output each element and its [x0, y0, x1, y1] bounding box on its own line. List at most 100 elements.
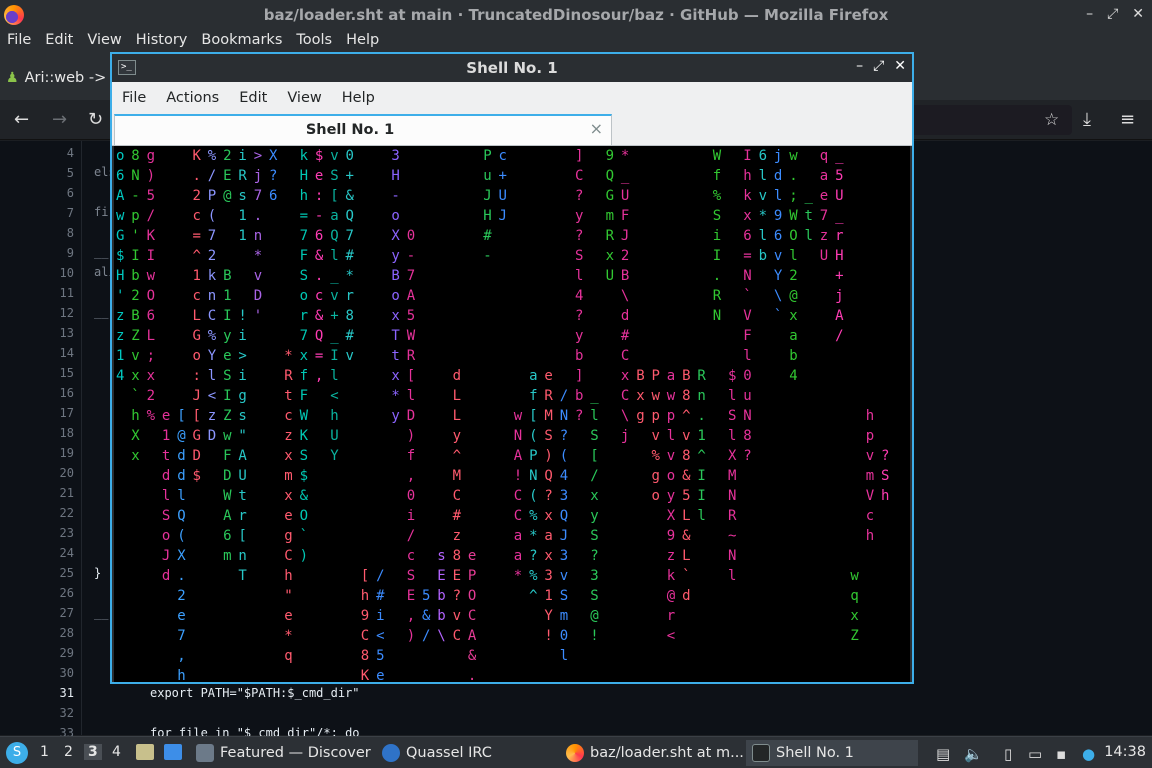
konsole-tab[interactable]: Shell No. 1 × — [114, 114, 612, 145]
app-launcher-icon[interactable]: S — [6, 742, 28, 764]
firefox-icon — [566, 744, 584, 762]
matrix-column: w q x Z — [850, 568, 859, 644]
menu-edit[interactable]: Edit — [38, 30, 80, 54]
line-number: 20 — [59, 466, 74, 480]
menu-help[interactable]: Help — [339, 30, 386, 54]
close-tab-icon[interactable]: × — [590, 119, 603, 138]
hamburger-menu-icon[interactable]: ≡ — [1120, 109, 1135, 130]
menu-file[interactable]: File — [0, 30, 38, 54]
matrix-column: 3 H - o X y B o x T t x * y — [391, 148, 400, 424]
menu-edit[interactable]: Edit — [229, 90, 277, 106]
line-number: 31 — [59, 686, 74, 700]
bookmark-star-icon[interactable]: ☆ — [1044, 110, 1059, 130]
menu-file[interactable]: File — [112, 90, 156, 106]
matrix-column: W f % S i I . R N — [712, 148, 722, 324]
clock: 14:38 — [1104, 744, 1146, 760]
taskbar: S 1 2 3 4 Featured — Discover Quassel IR… — [0, 736, 1152, 768]
matrix-column: a w p l v o y X 9 z k @ r < — [666, 368, 676, 644]
clipboard-icon[interactable]: ▤ — [936, 745, 950, 763]
volume-icon[interactable]: 🔈 — [964, 745, 983, 763]
matrix-column: w N A ! C C a a * — [513, 408, 523, 584]
chat-icon[interactable]: ▪ — [1056, 745, 1066, 763]
line-number: 28 — [59, 626, 74, 640]
workspace-3[interactable]: 3 — [84, 744, 102, 760]
file-manager-icon[interactable] — [136, 744, 154, 760]
workspace-1[interactable]: 1 — [40, 744, 49, 760]
task-discover[interactable]: Featured — Discover — [190, 740, 377, 766]
close-icon[interactable]: ✕ — [1132, 6, 1144, 22]
notes-icon[interactable]: ▯ — [1004, 745, 1012, 763]
back-icon[interactable]: ← — [14, 109, 29, 130]
forward-icon[interactable]: → — [52, 109, 67, 130]
line-number: 5 — [66, 166, 74, 180]
matrix-column: 8 N - p ' I b 2 B Z v x ` h X x — [131, 148, 140, 464]
menu-tools[interactable]: Tools — [289, 30, 339, 54]
code-line-export-path: export PATH="$PATH:$_cmd_dir" — [150, 686, 360, 700]
matrix-column: e 1 t d l S o J d — [161, 408, 171, 584]
line-number: 32 — [59, 706, 74, 720]
quassel-tray-icon[interactable]: ● — [1082, 745, 1095, 763]
maximize-icon[interactable]: ⤢ — [1107, 6, 1118, 22]
close-icon[interactable]: ✕ — [894, 58, 906, 74]
downloads-icon[interactable]: ⤓ — [1083, 109, 1091, 130]
menu-help[interactable]: Help — [332, 90, 385, 106]
menu-view[interactable]: View — [277, 90, 331, 106]
line-number: 9 — [66, 246, 74, 260]
matrix-column: $ e : - 6 & . c & Q = , — [314, 148, 324, 384]
line-number: 11 — [59, 286, 74, 300]
menu-actions[interactable]: Actions — [156, 90, 229, 106]
minimize-icon[interactable]: – — [1086, 6, 1093, 22]
url-bar[interactable]: ☆ — [910, 105, 1072, 135]
matrix-column: X ? 6 — [269, 148, 278, 204]
line-number: 14 — [59, 346, 74, 360]
matrix-column: j d l 9 6 v Y \ ` — [773, 148, 783, 324]
task-firefox[interactable]: baz/loader.sht at m... — [560, 740, 750, 766]
terminal-output[interactable]: o 6 A w G $ H ' z z 1 4 8 N - p ' I b 2 B… — [114, 146, 910, 682]
line-number: 30 — [59, 666, 74, 680]
code-fragment: __ — [94, 245, 109, 259]
reload-icon[interactable]: ↻ — [88, 109, 103, 130]
minimize-icon[interactable]: – — [856, 58, 863, 74]
menu-bookmarks[interactable]: Bookmarks — [194, 30, 289, 54]
task-quassel[interactable]: Quassel IRC — [376, 740, 498, 766]
matrix-column: * _ U F J 2 B \ d # C x C \ j — [620, 148, 630, 444]
show-desktop-icon[interactable] — [164, 744, 182, 760]
network-icon[interactable]: ▭ — [1028, 745, 1042, 763]
menu-history[interactable]: History — [129, 30, 195, 54]
matrix-column: > j 7 . n * v D ' — [253, 148, 263, 324]
matrix-column: / # i < 5 e 5 Y — [376, 568, 385, 682]
code-line-for-loop: for file in "$_cmd_dir"/*; do — [150, 726, 360, 736]
quassel-icon — [382, 744, 400, 762]
matrix-column: [ @ d d l Q ( X . 2 e 7 , h — [177, 408, 186, 682]
konsole-window-title: Shell No. 1 — [466, 59, 558, 77]
task-konsole[interactable]: Shell No. 1 — [746, 740, 918, 766]
firefox-tab[interactable]: ♟ Ari::web -> — [6, 64, 106, 92]
task-label: Featured — Discover — [220, 745, 371, 761]
matrix-column: o 6 A w G $ H ' z z 1 4 — [116, 148, 125, 384]
workspace-2[interactable]: 2 — [64, 744, 73, 760]
matrix-column: 0 - 7 A 5 W R [ l D ) f , 0 i / c S E , … — [406, 228, 416, 644]
matrix-column: $ l S l X M N R ~ N l — [728, 368, 737, 584]
line-number: 6 — [66, 186, 74, 200]
konsole-title-bar[interactable]: >_ Shell No. 1 – ⤢ ✕ — [112, 54, 912, 82]
tab-label: Ari::web -> — [24, 70, 107, 86]
menu-view[interactable]: View — [80, 30, 128, 54]
matrix-column: ] C ? y ? S l 4 ? y b ] b ? — [575, 148, 584, 424]
maximize-icon[interactable]: ⤢ — [873, 58, 884, 74]
matrix-column: _ t l — [804, 188, 813, 244]
discover-icon — [196, 744, 214, 762]
line-number: 25 — [59, 566, 74, 580]
konsole-tab-label: Shell No. 1 — [305, 122, 395, 138]
matrix-column: h p v m V c h — [865, 408, 875, 544]
matrix-column: e R M S ) Q ? x a x 3 1 Y ! — [544, 368, 553, 644]
firefox-menubar: File Edit View History Bookmarks Tools H… — [0, 30, 1152, 54]
firefox-window-title: baz/loader.sht at main · TruncatedDinoso… — [263, 6, 889, 24]
matrix-column: q a e 7 z U — [819, 148, 829, 264]
line-number: 8 — [66, 226, 74, 240]
matrix-column: 9 Q G m R x U — [605, 148, 615, 284]
matrix-column: % / P ( 7 2 k n C % Y l < z D — [207, 148, 217, 444]
workspace-4[interactable]: 4 — [112, 744, 121, 760]
matrix-column: 0 + & Q 7 # * r 8 # v — [345, 148, 354, 364]
matrix-column: * R t c z x m x e g C h " e * q — [284, 348, 293, 664]
matrix-column: d L L y ^ M C # z 8 E ? v C — [452, 368, 462, 644]
